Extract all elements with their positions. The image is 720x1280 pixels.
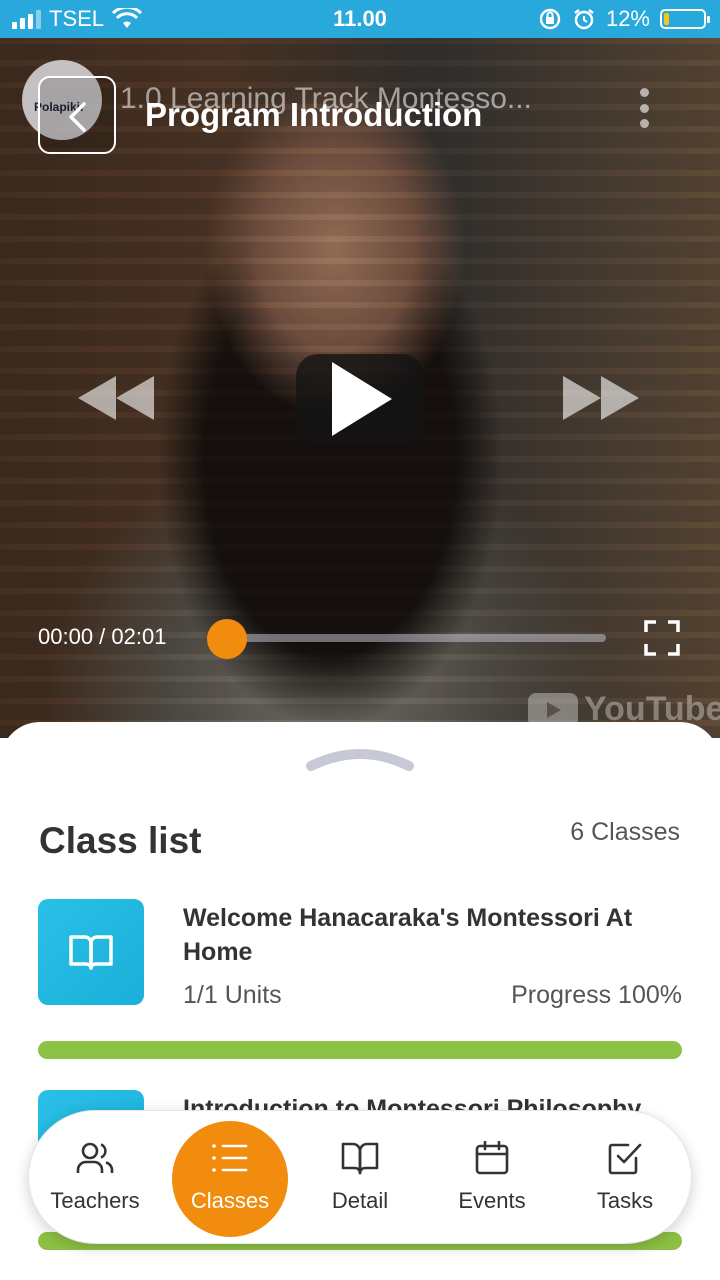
nav-detail[interactable]: Detail	[300, 1111, 420, 1245]
chevron-left-icon	[69, 102, 86, 132]
checkbox-icon	[608, 1143, 642, 1175]
class-thumbnail	[38, 899, 144, 1005]
class-progress-label: Progress 100%	[511, 981, 682, 1009]
time-display: 00:00 / 02:01	[38, 624, 167, 649]
bottom-nav: Teachers Classes Detail Events Tasks	[28, 1110, 692, 1244]
nav-tasks[interactable]: Tasks	[565, 1111, 685, 1245]
class-progress-bar	[38, 1041, 682, 1059]
class-count: 6 Classes	[570, 818, 680, 846]
rotation-lock-icon	[539, 8, 561, 30]
sheet-handle-icon[interactable]	[305, 742, 415, 776]
more-options-icon[interactable]	[636, 88, 652, 128]
nav-tasks-label: Tasks	[596, 1188, 654, 1213]
book-icon	[341, 1142, 379, 1175]
nav-classes-label: Classes	[190, 1188, 270, 1213]
class-list-heading: Class list	[39, 820, 202, 861]
play-icon	[332, 362, 392, 436]
class-units: 1/1 Units	[183, 981, 282, 1009]
seek-handle[interactable]	[207, 619, 247, 659]
battery-percent: 12%	[605, 6, 650, 31]
fullscreen-icon[interactable]	[644, 620, 680, 656]
calendar-icon	[475, 1141, 509, 1175]
page-title: Program Introduction	[145, 96, 483, 133]
battery-icon	[660, 9, 710, 29]
video-player[interactable]: Polapikir 1.0 Learning Track Montesso...…	[0, 38, 720, 738]
class-title: Welcome Hanacaraka's Montessori At Home	[183, 904, 633, 966]
class-progress-fill	[38, 1041, 682, 1059]
nav-events[interactable]: Events	[432, 1111, 552, 1245]
users-icon	[76, 1142, 114, 1173]
play-button[interactable]	[296, 354, 424, 444]
nav-detail-label: Detail	[331, 1188, 389, 1213]
nav-teachers-label: Teachers	[50, 1188, 140, 1213]
fast-forward-icon[interactable]	[563, 376, 643, 420]
rewind-icon[interactable]	[78, 376, 158, 420]
nav-teachers[interactable]: Teachers	[35, 1111, 155, 1245]
nav-active-bubble	[172, 1121, 288, 1237]
seek-bar[interactable]	[228, 634, 606, 642]
status-right: 12%	[538, 6, 710, 32]
alarm-icon	[574, 9, 594, 30]
nav-classes[interactable]: Classes	[170, 1111, 290, 1245]
list-icon	[212, 1144, 248, 1172]
battery-fill	[664, 13, 669, 25]
nav-events-label: Events	[458, 1188, 526, 1213]
book-open-icon	[69, 935, 113, 970]
back-button[interactable]	[38, 76, 116, 154]
status-bar: TSEL 11.00 12%	[0, 0, 720, 38]
